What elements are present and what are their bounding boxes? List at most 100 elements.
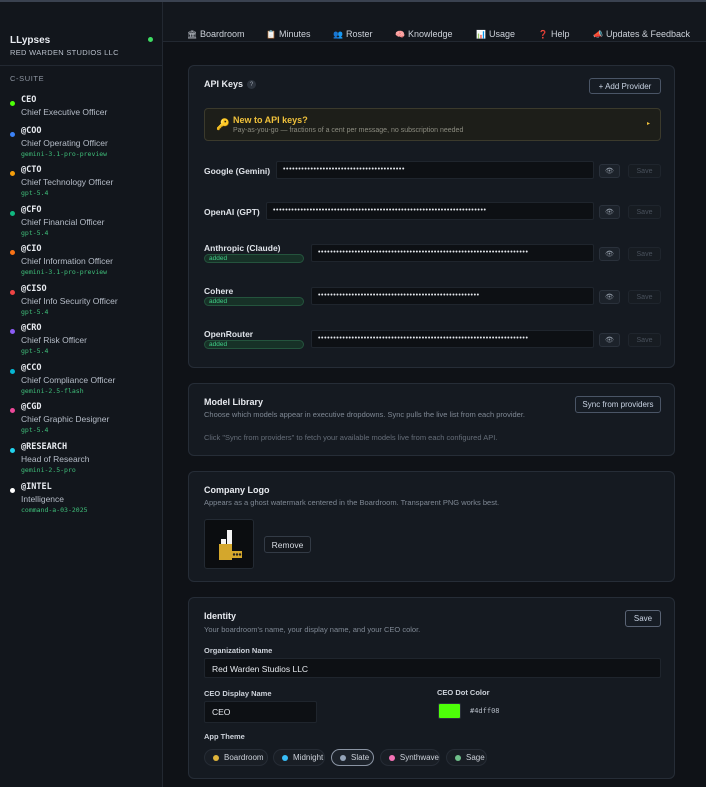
- added-badge: added: [204, 340, 304, 349]
- exec-handle: @CISO: [21, 284, 47, 294]
- help-icon[interactable]: ?: [247, 80, 256, 89]
- added-badge: added: [204, 254, 304, 263]
- exec-model: gemini-3.1-pro-preview: [21, 268, 108, 276]
- tab-updates-feedback[interactable]: 📣 Updates & Feedback: [593, 29, 690, 39]
- remove-logo-button[interactable]: Remove: [264, 536, 311, 553]
- exec-model: gpt-5.4: [21, 347, 49, 355]
- api-key-input-openrouter[interactable]: ••••••••••••••••••••••••••••••••••••••••…: [311, 330, 594, 348]
- brain-icon: 🧠: [395, 29, 405, 39]
- tab-roster[interactable]: 👥 Roster: [333, 29, 373, 39]
- exec-handle: @CGD: [21, 402, 42, 412]
- key-icon: 🔑: [216, 119, 230, 131]
- exec-role: Intelligence: [21, 494, 65, 504]
- exec-color-dot-icon: [10, 101, 15, 106]
- tab-label: Updates & Feedback: [606, 29, 691, 39]
- save-button-openrouter[interactable]: Save: [628, 333, 661, 347]
- model-library-hint: Click "Sync from providers" to fetch you…: [204, 433, 498, 442]
- exec-color-dot-icon: [10, 408, 15, 413]
- status-dot-icon: [148, 37, 153, 42]
- model-library-title: Model Library: [204, 397, 264, 407]
- ceo-display-name-input[interactable]: CEO: [204, 701, 317, 723]
- add-provider-button[interactable]: + Add Provider: [589, 78, 661, 94]
- eye-icon[interactable]: 👁: [599, 247, 620, 261]
- theme-option-sage[interactable]: Sage: [446, 749, 487, 766]
- save-button-openai[interactable]: Save: [628, 205, 661, 219]
- theme-option-synthwave[interactable]: Synthwave: [380, 749, 440, 766]
- exec-color-dot-icon: [10, 171, 15, 176]
- api-key-input-anthropic[interactable]: ••••••••••••••••••••••••••••••••••••••••…: [311, 244, 594, 262]
- provider-label-cohere: Cohere: [204, 286, 234, 296]
- exec-model: gpt-5.4: [21, 426, 49, 434]
- building-icon: 🏛: [187, 29, 198, 39]
- banner-subtitle: Pay-as-you-go — fractions of a cent per …: [233, 127, 464, 134]
- save-button-cohere[interactable]: Save: [628, 290, 661, 304]
- eye-icon[interactable]: 👁: [599, 164, 620, 178]
- tab-minutes[interactable]: 📋 Minutes: [266, 29, 311, 39]
- org-name-input[interactable]: Red Warden Studios LLC: [204, 658, 661, 678]
- company-logo-title: Company Logo: [204, 485, 270, 495]
- exec-model: gpt-5.4: [21, 229, 49, 237]
- org-name-label: Organization Name: [204, 646, 273, 655]
- ceo-dot-color-picker[interactable]: [438, 703, 461, 719]
- question-icon: ❓: [538, 29, 548, 39]
- theme-option-slate[interactable]: Slate: [331, 749, 374, 766]
- model-library-desc: Choose which models appear in executive …: [204, 410, 525, 419]
- tab-label: Roster: [346, 29, 373, 39]
- sync-providers-button[interactable]: Sync from providers: [575, 396, 661, 413]
- identity-card: Identity Your boardroom's name, your dis…: [188, 597, 675, 779]
- theme-color-dot-icon: [455, 754, 461, 761]
- api-keys-info-banner[interactable]: 🔑 New to API keys? Pay-as-you-go — fract…: [204, 108, 661, 141]
- save-identity-button[interactable]: Save: [625, 610, 661, 627]
- eye-icon[interactable]: 👁: [599, 205, 620, 219]
- tab-label: Help: [551, 29, 570, 39]
- ceo-dot-color-label: CEO Dot Color: [437, 688, 490, 697]
- brand-subtitle: RED WARDEN STUDIOS LLC: [10, 48, 119, 57]
- tab-label: Knowledge: [408, 29, 453, 39]
- exec-model: gemini-2.5-pro: [21, 466, 76, 474]
- save-button-anthropic[interactable]: Save: [628, 247, 661, 261]
- exec-role: Chief Executive Officer: [21, 107, 108, 117]
- tab-help[interactable]: ❓ Help: [538, 29, 570, 39]
- added-badge: added: [204, 297, 304, 306]
- theme-option-boardroom[interactable]: Boardroom: [204, 749, 268, 766]
- tab-knowledge[interactable]: 🧠 Knowledge: [395, 29, 453, 39]
- exec-model: gpt-5.4: [21, 308, 49, 316]
- exec-model: command-a-03-2025: [21, 506, 88, 514]
- exec-color-dot-icon: [10, 369, 15, 374]
- exec-role: Chief Info Security Officer: [21, 296, 118, 306]
- exec-role: Chief Graphic Designer: [21, 414, 110, 424]
- api-key-input-openai[interactable]: ••••••••••••••••••••••••••••••••••••••••…: [266, 202, 594, 220]
- eye-icon[interactable]: 👁: [599, 333, 620, 347]
- theme-color-dot-icon: [282, 754, 288, 761]
- theme-color-dot-icon: [340, 754, 346, 761]
- company-logo-card: Company Logo Appears as a ghost watermar…: [188, 471, 675, 582]
- provider-label-anthropic: Anthropic (Claude): [204, 243, 281, 253]
- theme-label: Boardroom: [224, 753, 264, 762]
- tab-label: Boardroom: [200, 29, 245, 39]
- app-theme-label: App Theme: [204, 732, 245, 741]
- tab-usage[interactable]: 📊 Usage: [476, 29, 515, 39]
- exec-role: Head of Research: [21, 454, 90, 464]
- exec-handle: @CCO: [21, 363, 42, 373]
- clipboard-icon: 📋: [266, 29, 276, 39]
- identity-title: Identity: [204, 611, 237, 621]
- api-key-input-cohere[interactable]: ••••••••••••••••••••••••••••••••••••••••…: [311, 287, 594, 305]
- company-logo-preview: [204, 519, 254, 569]
- exec-handle: @RESEARCH: [21, 442, 68, 452]
- api-key-input-google[interactable]: ••••••••••••••••••••••••••••••••••••••••: [276, 161, 594, 179]
- sidebar: LLypses RED WARDEN STUDIOS LLC C-SUITE C…: [0, 2, 163, 787]
- eye-icon[interactable]: 👁: [599, 290, 620, 304]
- identity-desc: Your boardroom's name, your display name…: [204, 625, 421, 634]
- tab-boardroom[interactable]: 🏛 Boardroom: [187, 29, 245, 39]
- section-label-c-suite: C-SUITE: [10, 74, 45, 83]
- theme-label: Synthwave: [399, 753, 439, 762]
- top-nav: 🏛 Boardroom 📋 Minutes 👥 Roster 🧠 Knowled…: [163, 2, 706, 42]
- save-button-google[interactable]: Save: [628, 164, 661, 178]
- tab-label: Usage: [489, 29, 516, 39]
- theme-label: Midnight: [293, 753, 324, 762]
- megaphone-icon: 📣: [593, 29, 603, 39]
- exec-handle: @CTO: [21, 165, 42, 175]
- theme-option-midnight[interactable]: Midnight: [273, 749, 325, 766]
- exec-role: Chief Technology Officer: [21, 177, 114, 187]
- exec-color-dot-icon: [10, 448, 15, 453]
